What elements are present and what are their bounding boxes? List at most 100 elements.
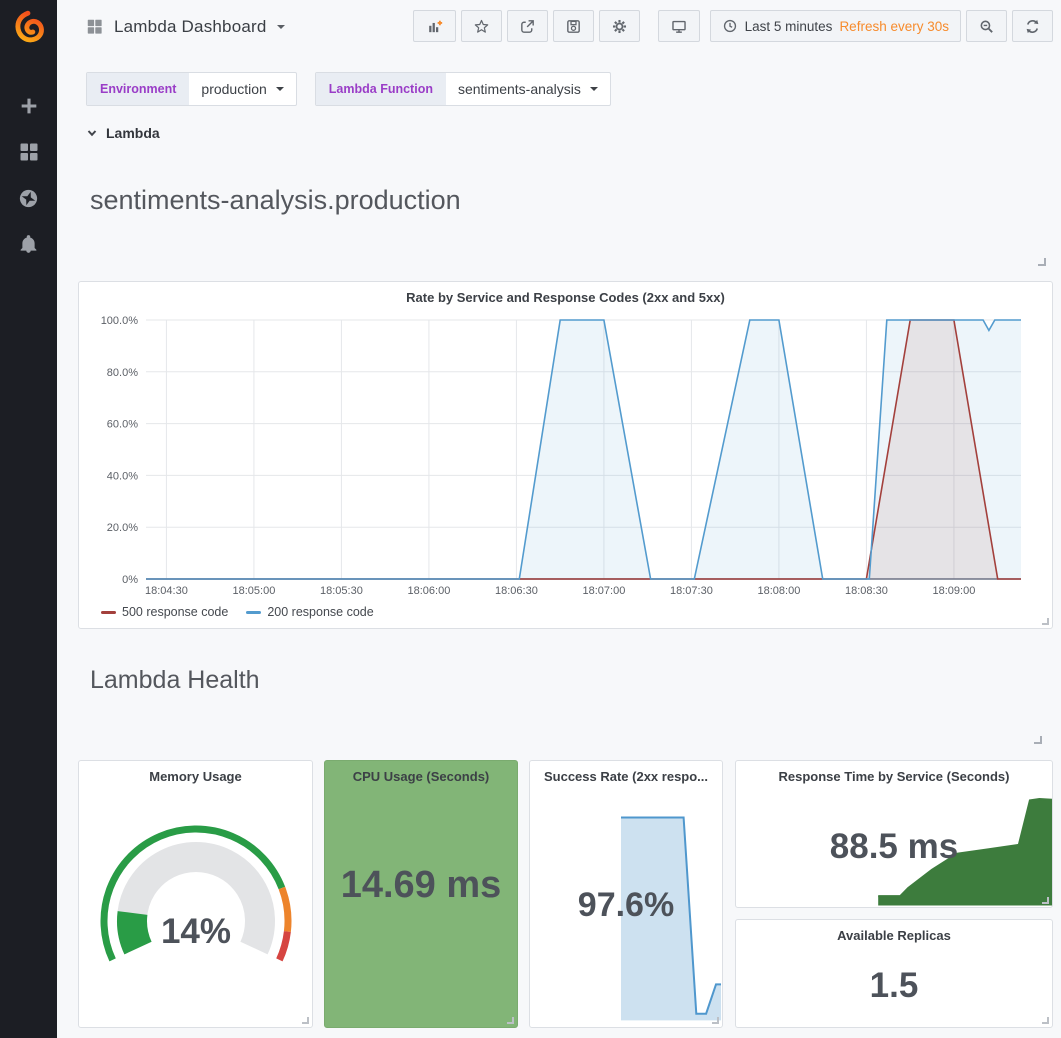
legend-swatch-500 [101,611,116,614]
compass-icon [17,187,40,210]
legend-label-200: 200 response code [267,605,373,619]
time-range-label: Last 5 minutes [745,19,833,34]
svg-text:18:08:30: 18:08:30 [845,585,888,597]
svg-text:18:05:30: 18:05:30 [320,585,363,597]
variable-environment-value[interactable]: production [189,73,295,105]
cycle-view-mode-button[interactable] [658,10,700,42]
save-dashboard-button[interactable] [553,10,594,42]
refresh-icon [1024,18,1041,35]
chevron-down-icon [277,25,285,29]
refresh-dashboard-button[interactable] [1012,10,1053,42]
chevron-down-icon [590,87,598,91]
row-lambda-toggle[interactable]: Lambda [86,125,160,141]
variable-lambda-function-value[interactable]: sentiments-analysis [446,73,610,105]
time-range-picker[interactable]: Last 5 minutes Refresh every 30s [710,10,961,42]
svg-text:20.0%: 20.0% [107,522,138,534]
chart-legend: 500 response code 200 response code [101,605,374,619]
row-resize-handle[interactable] [1034,736,1042,744]
legend-label-500: 500 response code [122,605,228,619]
success-rate-value: 97.6% [530,886,722,925]
add-panel-icon [425,18,444,35]
timeseries-plot[interactable]: 0% 20.0% 40.0% 60.0% 80.0% 100.0% 18:04:30 18:0… [79,312,1054,600]
tv-monitor-icon [670,18,688,35]
available-replicas-value: 1.5 [736,966,1052,1006]
panel-available-replicas: Available Replicas 1.5 [735,919,1053,1028]
navbar: Lambda Dashboard [57,0,1061,53]
panel-rate-by-service-title[interactable]: Rate by Service and Response Codes (2xx … [79,282,1052,305]
legend-swatch-200 [246,611,261,614]
grafana-logo[interactable] [0,0,57,54]
svg-text:18:07:30: 18:07:30 [670,585,713,597]
dashboard-grid-icon [85,17,104,36]
svg-text:0%: 0% [122,574,138,586]
svg-text:18:08:00: 18:08:00 [758,585,801,597]
variable-environment[interactable]: Environment production [86,72,297,106]
row-lambda-title: Lambda [106,125,160,141]
svg-text:40.0%: 40.0% [107,470,138,482]
svg-text:18:07:00: 18:07:00 [583,585,626,597]
response-time-value: 88.5 ms [736,827,1052,867]
share-dashboard-button[interactable] [507,10,548,42]
dashboards-grid-icon [17,140,41,164]
save-icon [565,18,582,35]
svg-text:18:09:00: 18:09:00 [933,585,976,597]
gear-icon [611,18,628,35]
share-icon [519,18,536,35]
variable-lambda-function-label: Lambda Function [316,73,446,105]
panel-cpu-usage-title[interactable]: CPU Usage (Seconds) [325,761,517,784]
panel-memory-usage: Memory Usage 14% [78,760,313,1028]
svg-text:18:05:00: 18:05:00 [233,585,276,597]
add-panel-button[interactable] [413,10,456,42]
plus-icon [18,95,40,117]
svg-text:18:06:30: 18:06:30 [495,585,538,597]
template-variables: Environment production Lambda Function s… [86,72,611,106]
panel-resize-handle[interactable] [1042,618,1049,625]
svg-text:18:04:30: 18:04:30 [145,585,188,597]
panel-resize-handle[interactable] [712,1017,719,1024]
svg-text:60.0%: 60.0% [107,419,138,431]
panel-resize-handle[interactable] [1042,897,1049,904]
star-icon [473,18,490,35]
svg-text:80.0%: 80.0% [107,367,138,379]
svg-text:100.0%: 100.0% [101,315,139,327]
zoom-out-time-button[interactable] [966,10,1007,42]
zoom-out-icon [978,18,995,35]
sidebar-alerting-button[interactable] [11,232,47,256]
grafana-flame-icon [12,10,46,44]
panel-resize-handle[interactable] [1042,1017,1049,1024]
sidebar-explore-button[interactable] [11,186,47,210]
panel-memory-usage-title[interactable]: Memory Usage [79,761,312,784]
panel-resize-handle[interactable] [507,1017,514,1024]
panel-cpu-usage: CPU Usage (Seconds) 14.69 ms [324,760,518,1028]
grafana-dashboard: Lambda Dashboard [0,0,1061,1038]
function-heading: sentiments-analysis.production [90,185,461,216]
legend-item-500[interactable]: 500 response code [101,605,228,619]
variable-lambda-function-value-text: sentiments-analysis [458,81,581,97]
row-resize-handle[interactable] [1038,258,1046,266]
chevron-down-icon [86,127,98,139]
memory-gauge: 14% [79,789,312,1027]
dashboard-title-menu[interactable]: Lambda Dashboard [85,17,285,37]
star-dashboard-button[interactable] [461,10,502,42]
panel-available-replicas-title[interactable]: Available Replicas [736,920,1052,943]
sidebar-dashboards-button[interactable] [11,140,47,164]
sidebar-add-button[interactable] [11,94,47,118]
navbar-toolbar: Last 5 minutes Refresh every 30s [413,10,1053,42]
svg-text:18:06:00: 18:06:00 [408,585,451,597]
clock-icon [722,18,738,34]
variable-environment-value-text: production [201,81,266,97]
health-heading: Lambda Health [90,666,260,695]
panel-response-time: Response Time by Service (Seconds) 88.5 … [735,760,1053,908]
sidebar [0,0,57,1038]
svg-text:14%: 14% [161,912,231,951]
dashboard-settings-button[interactable] [599,10,640,42]
panel-success-rate: Success Rate (2xx respo... 97.6% [529,760,723,1028]
dashboard-title: Lambda Dashboard [114,17,267,37]
legend-item-200[interactable]: 200 response code [246,605,373,619]
bell-icon [18,234,39,255]
variable-environment-label: Environment [87,73,189,105]
panel-rate-by-service: Rate by Service and Response Codes (2xx … [78,281,1053,629]
variable-lambda-function[interactable]: Lambda Function sentiments-analysis [315,72,611,106]
refresh-interval-label: Refresh every 30s [839,19,949,34]
panel-resize-handle[interactable] [302,1017,309,1024]
